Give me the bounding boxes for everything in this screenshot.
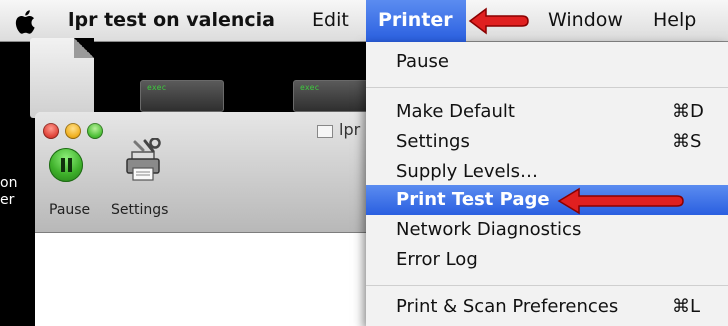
- zoom-button[interactable]: [87, 123, 103, 139]
- annotation-arrow-printer: [468, 7, 529, 35]
- menu-item-settings[interactable]: Settings ⌘S: [366, 127, 728, 157]
- annotation-arrow-print-test-page: [557, 187, 684, 215]
- exec-icon[interactable]: exec: [293, 80, 377, 112]
- settings-label[interactable]: Settings: [111, 202, 168, 218]
- menu-bar: lpr test on valencia Edit Printer Window…: [0, 0, 728, 42]
- exec-icon[interactable]: exec: [140, 80, 224, 112]
- printer-queue-window: lpr Pause Settings: [35, 112, 375, 326]
- printer-settings-icon[interactable]: [123, 138, 163, 182]
- shortcut-label: ⌘L: [672, 296, 701, 317]
- menu-window[interactable]: Window: [548, 8, 623, 32]
- menu-item-supply-levels[interactable]: Supply Levels…: [366, 157, 728, 187]
- menu-help[interactable]: Help: [653, 8, 696, 32]
- app-name-menu[interactable]: lpr test on valencia: [68, 8, 275, 32]
- menu-separator: [366, 87, 728, 88]
- minimize-button[interactable]: [65, 123, 81, 139]
- close-button[interactable]: [43, 123, 59, 139]
- desktop-label-fragment: er: [0, 192, 15, 208]
- menu-item-make-default[interactable]: Make Default ⌘D: [366, 97, 728, 127]
- desktop-label-fragment: on: [0, 175, 18, 191]
- menu-item-network-diagnostics[interactable]: Network Diagnostics: [366, 215, 728, 245]
- menu-item-pause[interactable]: Pause: [366, 47, 728, 77]
- printer-menu-dropdown: Pause Make Default ⌘D Settings ⌘S Supply…: [366, 42, 728, 326]
- shortcut-label: ⌘D: [672, 101, 704, 122]
- apple-icon[interactable]: [12, 7, 40, 37]
- menu-item-error-log[interactable]: Error Log: [366, 245, 728, 275]
- pause-icon[interactable]: [49, 148, 83, 182]
- window-toolbar: lpr Pause Settings: [35, 112, 375, 233]
- menu-printer[interactable]: Printer: [378, 8, 453, 32]
- menu-separator: [366, 285, 728, 286]
- desktop-document-icon[interactable]: [30, 38, 94, 118]
- menu-edit[interactable]: Edit: [312, 8, 349, 32]
- document-icon: [317, 125, 333, 138]
- pause-label[interactable]: Pause: [49, 202, 90, 218]
- menu-item-print-scan-preferences[interactable]: Print & Scan Preferences ⌘L: [366, 292, 728, 322]
- shortcut-label: ⌘S: [672, 131, 702, 152]
- window-title: lpr: [339, 120, 361, 139]
